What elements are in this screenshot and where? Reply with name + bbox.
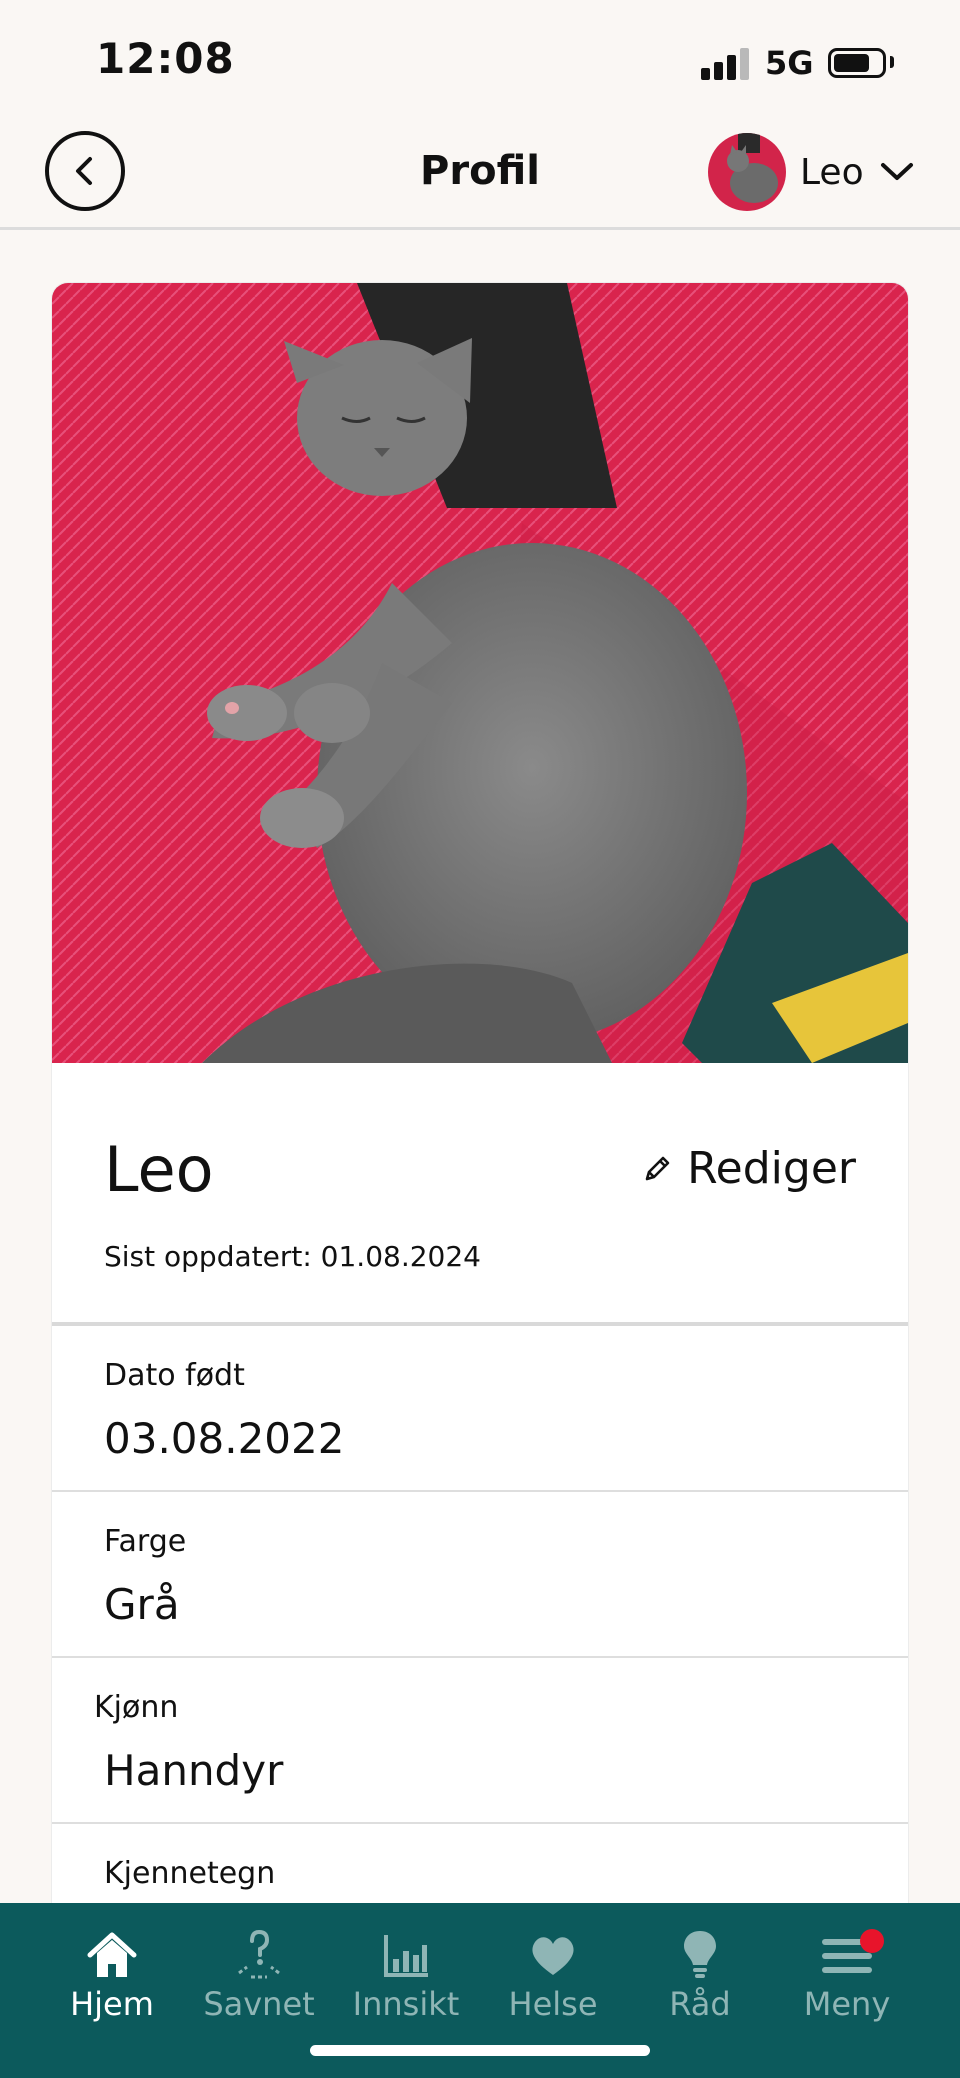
tab-label: Innsikt bbox=[352, 1985, 460, 2023]
pet-switcher[interactable]: Leo bbox=[708, 132, 914, 212]
field-label: Farge bbox=[104, 1524, 187, 1559]
bar-chart-icon bbox=[384, 1935, 428, 1977]
tab-label: Savnet bbox=[203, 1985, 315, 2023]
tab-label: Hjem bbox=[70, 1985, 154, 2023]
pet-name: Leo bbox=[104, 1133, 214, 1206]
pet-switcher-name: Leo bbox=[800, 151, 864, 193]
edit-label: Rediger bbox=[687, 1143, 856, 1194]
signal-strength-icon bbox=[701, 48, 751, 80]
tab-label: Helse bbox=[508, 1985, 598, 2023]
heart-icon bbox=[532, 1937, 574, 1975]
field-markings: Kjennetegn bbox=[52, 1824, 908, 1903]
tab-advice[interactable]: Råd bbox=[627, 1927, 773, 2037]
tab-missing[interactable]: Savnet bbox=[186, 1927, 332, 2037]
home-indicator bbox=[310, 2045, 650, 2056]
tab-health[interactable]: Helse bbox=[480, 1927, 626, 2037]
pet-photo bbox=[52, 283, 908, 1063]
tab-insight[interactable]: Innsikt bbox=[333, 1927, 479, 2037]
home-icon bbox=[87, 1932, 137, 1977]
missing-question-icon bbox=[238, 1929, 280, 1979]
field-label: Kjønn bbox=[94, 1690, 179, 1725]
field-birth-date: Dato født 03.08.2022 bbox=[52, 1326, 908, 1492]
tab-home[interactable]: Hjem bbox=[39, 1927, 185, 2037]
status-time: 12:08 bbox=[96, 34, 235, 83]
tab-menu[interactable]: Meny bbox=[774, 1927, 920, 2037]
field-label: Dato født bbox=[104, 1358, 245, 1393]
last-updated-text: Sist oppdatert: 01.08.2024 bbox=[104, 1240, 481, 1273]
network-type: 5G bbox=[765, 44, 814, 82]
field-value: Grå bbox=[104, 1580, 180, 1629]
battery-icon bbox=[828, 48, 886, 78]
edit-button[interactable]: Rediger bbox=[641, 1143, 856, 1194]
status-bar: 12:08 5G bbox=[0, 0, 960, 120]
chevron-down-icon bbox=[880, 163, 913, 180]
lightbulb-icon bbox=[684, 1931, 716, 1978]
field-color: Farge Grå bbox=[52, 1492, 908, 1658]
tab-label: Meny bbox=[803, 1985, 891, 2023]
battery-tip bbox=[890, 56, 894, 68]
avatar bbox=[708, 133, 786, 211]
nav-header: Profil Leo bbox=[0, 120, 960, 230]
notification-badge bbox=[860, 1929, 884, 1953]
field-label: Kjennetegn bbox=[104, 1856, 276, 1891]
profile-card: Leo Sist oppdatert: 01.08.2024 Rediger D… bbox=[52, 283, 908, 1903]
field-value: Hanndyr bbox=[104, 1746, 284, 1795]
pencil-icon bbox=[645, 1156, 670, 1180]
tab-label: Råd bbox=[669, 1985, 731, 2023]
profile-title-section: Leo Sist oppdatert: 01.08.2024 Rediger bbox=[52, 1063, 908, 1326]
field-sex: Kjønn Hanndyr bbox=[52, 1658, 908, 1824]
field-value: 03.08.2022 bbox=[104, 1414, 345, 1463]
